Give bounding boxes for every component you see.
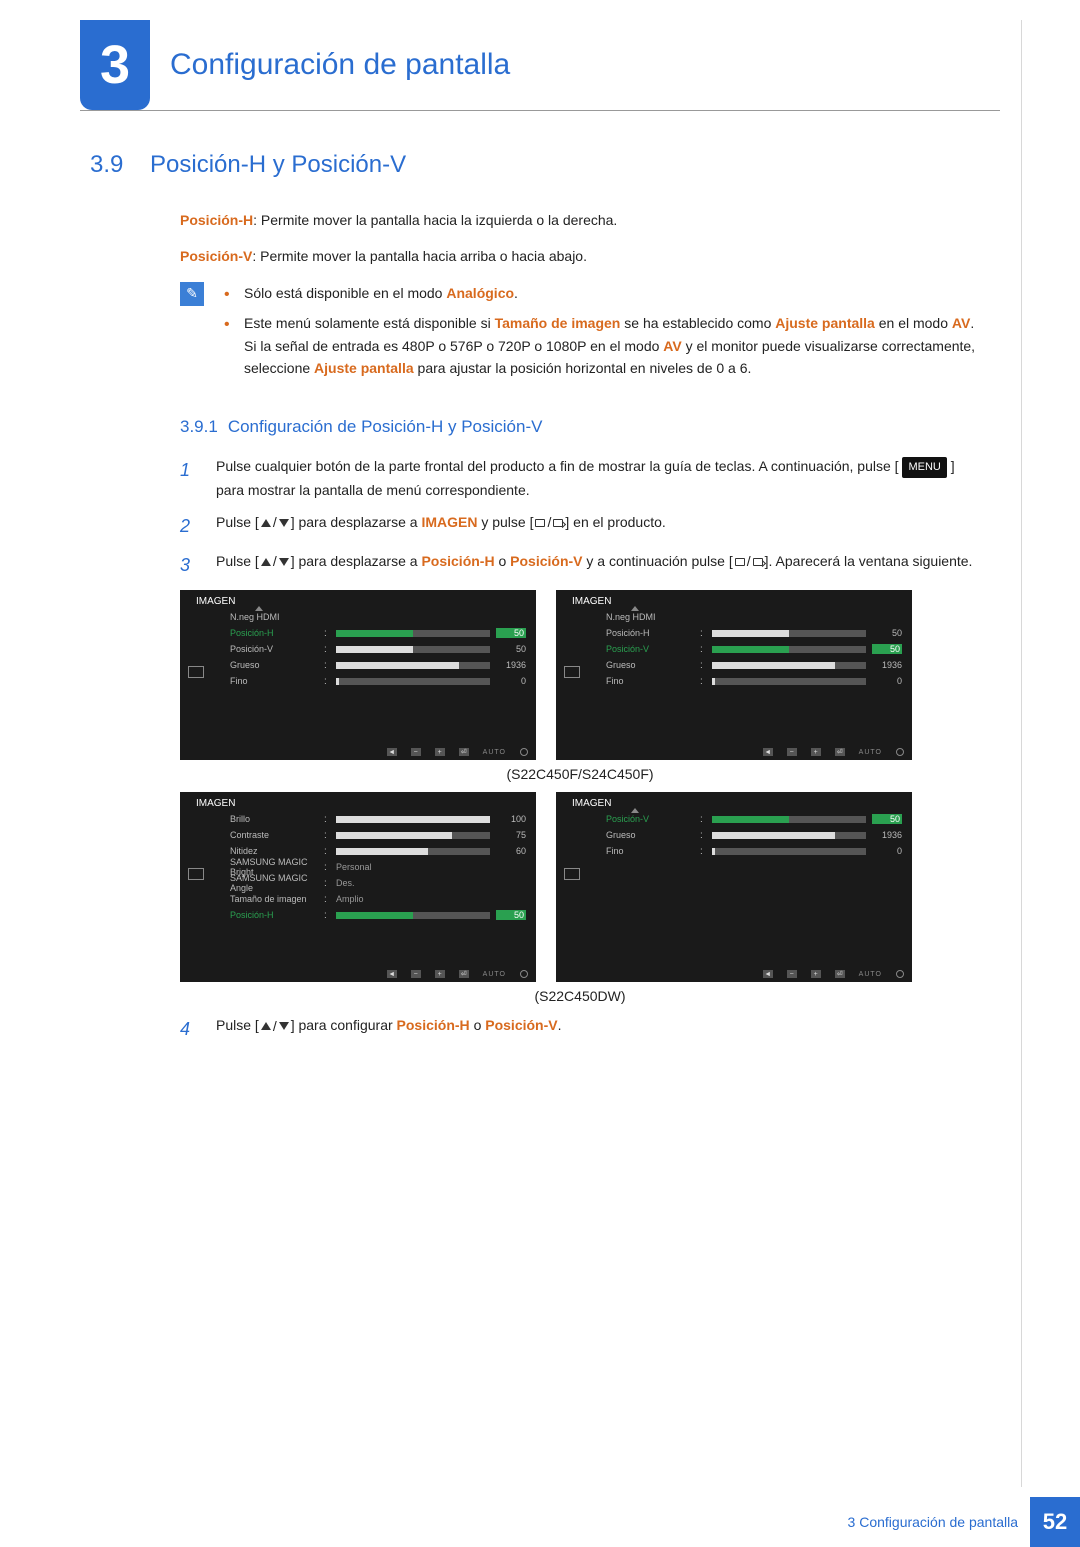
select-icon: / (735, 550, 763, 574)
step-number: 2 (180, 511, 200, 542)
step: 2 Pulse [/] para desplazarse a IMAGEN y … (180, 511, 980, 542)
note-item: Este menú solamente está disponible si T… (224, 312, 980, 379)
page-footer: 3 Configuración de pantalla 52 (848, 1497, 1080, 1547)
menu-category-icon (188, 868, 204, 880)
note-icon: ✎ (180, 282, 204, 306)
menu-category-icon (188, 666, 204, 678)
section-title: Posición-H y Posición-V (150, 151, 406, 179)
osd-title: IMAGEN (566, 798, 902, 809)
up-down-icon: / (261, 1015, 289, 1039)
up-down-icon: / (261, 511, 289, 535)
osd-screenshot: IMAGEN Posición-V:50 Grueso:1936 Fino:0 … (556, 792, 912, 982)
posicion-h-description: Posición-H: Permite mover la pantalla ha… (180, 209, 980, 231)
osd-screenshot: IMAGEN N.neg HDMI Posición-H:50 Posición… (556, 590, 912, 760)
menu-key-icon: MENU (902, 457, 946, 478)
menu-category-icon (564, 868, 580, 880)
up-down-icon: / (261, 550, 289, 574)
osd-title: IMAGEN (566, 596, 902, 607)
chapter-title: Configuración de pantalla (170, 48, 510, 82)
model-caption: (S22C450DW) (180, 988, 980, 1004)
up-arrow-icon (255, 606, 263, 611)
osd-screenshot: IMAGEN Brillo:100 Contraste:75 Nitidez:6… (180, 792, 536, 982)
note-block: ✎ Sólo está disponible en el modo Analóg… (180, 282, 980, 388)
osd-screenshot: IMAGEN N.neg HDMI Posición-H:50 Posición… (180, 590, 536, 760)
menu-category-icon (564, 666, 580, 678)
posicion-v-description: Posición-V: Permite mover la pantalla ha… (180, 245, 980, 267)
osd-title: IMAGEN (190, 596, 526, 607)
footer-chapter-title: 3 Configuración de pantalla (848, 1514, 1018, 1530)
osd-title: IMAGEN (190, 798, 526, 809)
step-number: 1 (180, 455, 200, 503)
up-arrow-icon (631, 606, 639, 611)
up-arrow-icon (631, 808, 639, 813)
power-icon (896, 748, 904, 756)
note-item: Sólo está disponible en el modo Analógic… (224, 282, 980, 304)
section-number: 3.9 (90, 151, 150, 179)
subsection-heading: 3.9.1Configuración de Posición-H y Posic… (180, 417, 980, 437)
power-icon (520, 970, 528, 978)
model-caption: (S22C450F/S24C450F) (180, 766, 980, 782)
power-icon (896, 970, 904, 978)
page-number: 52 (1030, 1497, 1080, 1547)
step: 1 Pulse cualquier botón de la parte fron… (180, 455, 980, 503)
step: 4 Pulse [/] para configurar Posición-H o… (180, 1014, 980, 1045)
select-icon: / (535, 511, 563, 535)
chapter-header: 3 Configuración de pantalla (80, 20, 1000, 111)
power-icon (520, 748, 528, 756)
vertical-rule (1021, 20, 1022, 1487)
section-heading: 3.9 Posición-H y Posición-V (90, 151, 980, 179)
step-number: 4 (180, 1014, 200, 1045)
chapter-number-badge: 3 (80, 20, 150, 110)
step: 3 Pulse [/] para desplazarse a Posición-… (180, 550, 980, 581)
step-number: 3 (180, 550, 200, 581)
